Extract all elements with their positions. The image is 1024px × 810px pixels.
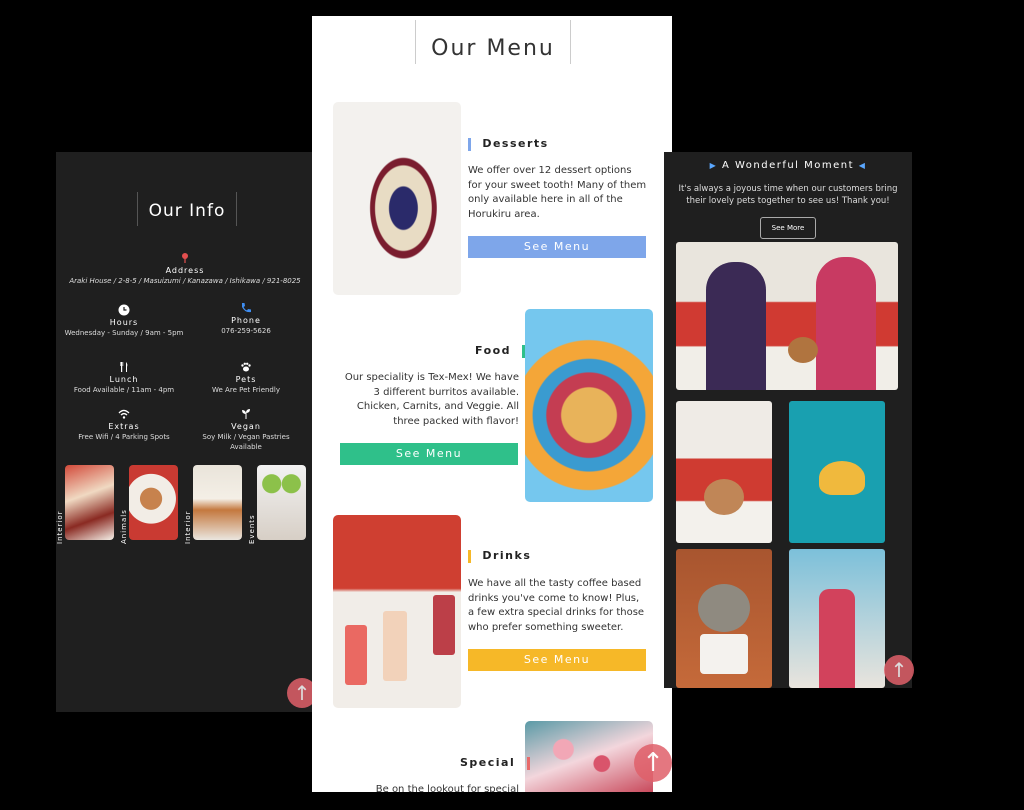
address-block: Address Araki House / 2-8-5 / Masuizumi … <box>56 252 314 286</box>
address-value: Araki House / 2-8-5 / Masuizumi / Kanaza… <box>69 277 301 285</box>
lunch-label: Lunch <box>109 375 139 384</box>
scroll-top-icon[interactable]: ↑ <box>634 744 672 782</box>
pets-block: Pets We Are Pet Friendly <box>186 361 306 395</box>
food-heading-text: Food <box>475 344 512 357</box>
food-description: Our speciality is Tex-Mex! We have 3 dif… <box>344 372 519 427</box>
moment-title-text: A Wonderful Moment <box>721 160 855 171</box>
wonderful-moment-panel: ▶ A Wonderful Moment ◀ It's always a joy… <box>664 152 914 688</box>
our-info-panel: Our Info Address Araki House / 2-8-5 / M… <box>56 152 317 712</box>
clock-icon <box>118 304 130 316</box>
menu-title: Our Menu <box>415 20 571 64</box>
lunch-block: Lunch Food Available / 11am - 4pm <box>64 361 184 395</box>
vegan-value: Soy Milk / Vegan Pastries Available <box>202 433 290 451</box>
map-pin-icon <box>182 253 188 263</box>
phone-label: Phone <box>231 316 261 325</box>
pets-label: Pets <box>235 375 257 384</box>
desserts-photo <box>333 102 461 295</box>
vegan-block: Vegan Soy Milk / Vegan Pastries Availabl… <box>186 408 306 452</box>
heading-accent-bar <box>468 549 471 563</box>
gallery-thumb-animals[interactable] <box>129 465 178 540</box>
moment-photo-taco <box>789 401 885 543</box>
sprout-icon <box>242 409 250 419</box>
special-heading-text: Special <box>460 756 516 769</box>
desserts-description: We offer over 12 dessert options for you… <box>468 165 647 220</box>
desserts-heading-text: Desserts <box>482 137 549 150</box>
drinks-heading: Drinks <box>468 549 531 563</box>
gallery-thumb-events[interactable] <box>257 465 306 540</box>
gallery-thumb-interior-2[interactable] <box>193 465 242 540</box>
hours-value: Wednesday - Sunday / 9am - 5pm <box>64 329 184 337</box>
scroll-top-icon[interactable]: ↑ <box>884 655 914 685</box>
moment-description: It's always a joyous time when our custo… <box>678 184 898 206</box>
triangle-right-icon: ▶ <box>709 161 718 170</box>
special-photo <box>525 721 653 792</box>
wifi-icon <box>118 409 130 419</box>
moment-photo-kimono <box>789 549 885 688</box>
our-menu-panel: Our Menu Desserts We offer over 12 desse… <box>312 16 672 792</box>
food-photo <box>525 309 653 502</box>
heading-accent-bar <box>526 756 530 770</box>
fork-knife-icon <box>120 362 128 372</box>
moment-photo-cat <box>676 549 772 688</box>
phone-icon <box>242 303 251 313</box>
desserts-heading: Desserts <box>468 137 549 151</box>
extras-label: Extras <box>108 422 140 431</box>
moment-photo-dog <box>676 401 772 543</box>
hours-block: Hours Wednesday - Sunday / 9am - 5pm <box>64 304 184 338</box>
see-more-button[interactable]: See More <box>760 217 816 239</box>
drinks-heading-text: Drinks <box>482 549 532 562</box>
triangle-left-icon: ◀ <box>858 161 867 170</box>
drinks-description: We have all the tasty coffee based drink… <box>468 578 645 633</box>
heading-accent-bar <box>468 137 471 151</box>
desserts-see-menu-button[interactable]: See Menu <box>468 236 646 258</box>
gallery-label: Events <box>248 514 256 544</box>
extras-block: Extras Free Wifi / 4 Parking Spots <box>64 408 184 442</box>
special-description: Be on the lookout for special <box>375 784 519 792</box>
drinks-see-menu-button[interactable]: See Menu <box>468 649 646 671</box>
hours-label: Hours <box>109 318 139 327</box>
vegan-label: Vegan <box>231 422 261 431</box>
moment-title: ▶ A Wonderful Moment ◀ <box>664 160 912 171</box>
paw-icon <box>241 362 251 372</box>
drinks-photo <box>333 515 461 708</box>
food-see-menu-button[interactable]: See Menu <box>340 443 518 465</box>
address-label: Address <box>165 266 205 275</box>
extras-value: Free Wifi / 4 Parking Spots <box>78 433 170 441</box>
special-heading: Special <box>460 756 530 770</box>
gallery-label: Animals <box>120 509 128 544</box>
gallery-label: Interior <box>56 510 64 544</box>
info-title: Our Info <box>137 192 237 226</box>
pets-value: We Are Pet Friendly <box>212 386 280 394</box>
gallery-label: Interior <box>184 510 192 544</box>
phone-value[interactable]: 076-259-5626 <box>221 327 271 335</box>
lunch-value: Food Available / 11am - 4pm <box>73 386 175 394</box>
phone-block: Phone 076-259-5626 <box>186 302 306 336</box>
heading-accent-bar <box>522 344 526 358</box>
gallery-thumb-interior-1[interactable] <box>65 465 114 540</box>
moment-main-photo <box>676 242 898 390</box>
food-heading: Food <box>475 344 526 358</box>
